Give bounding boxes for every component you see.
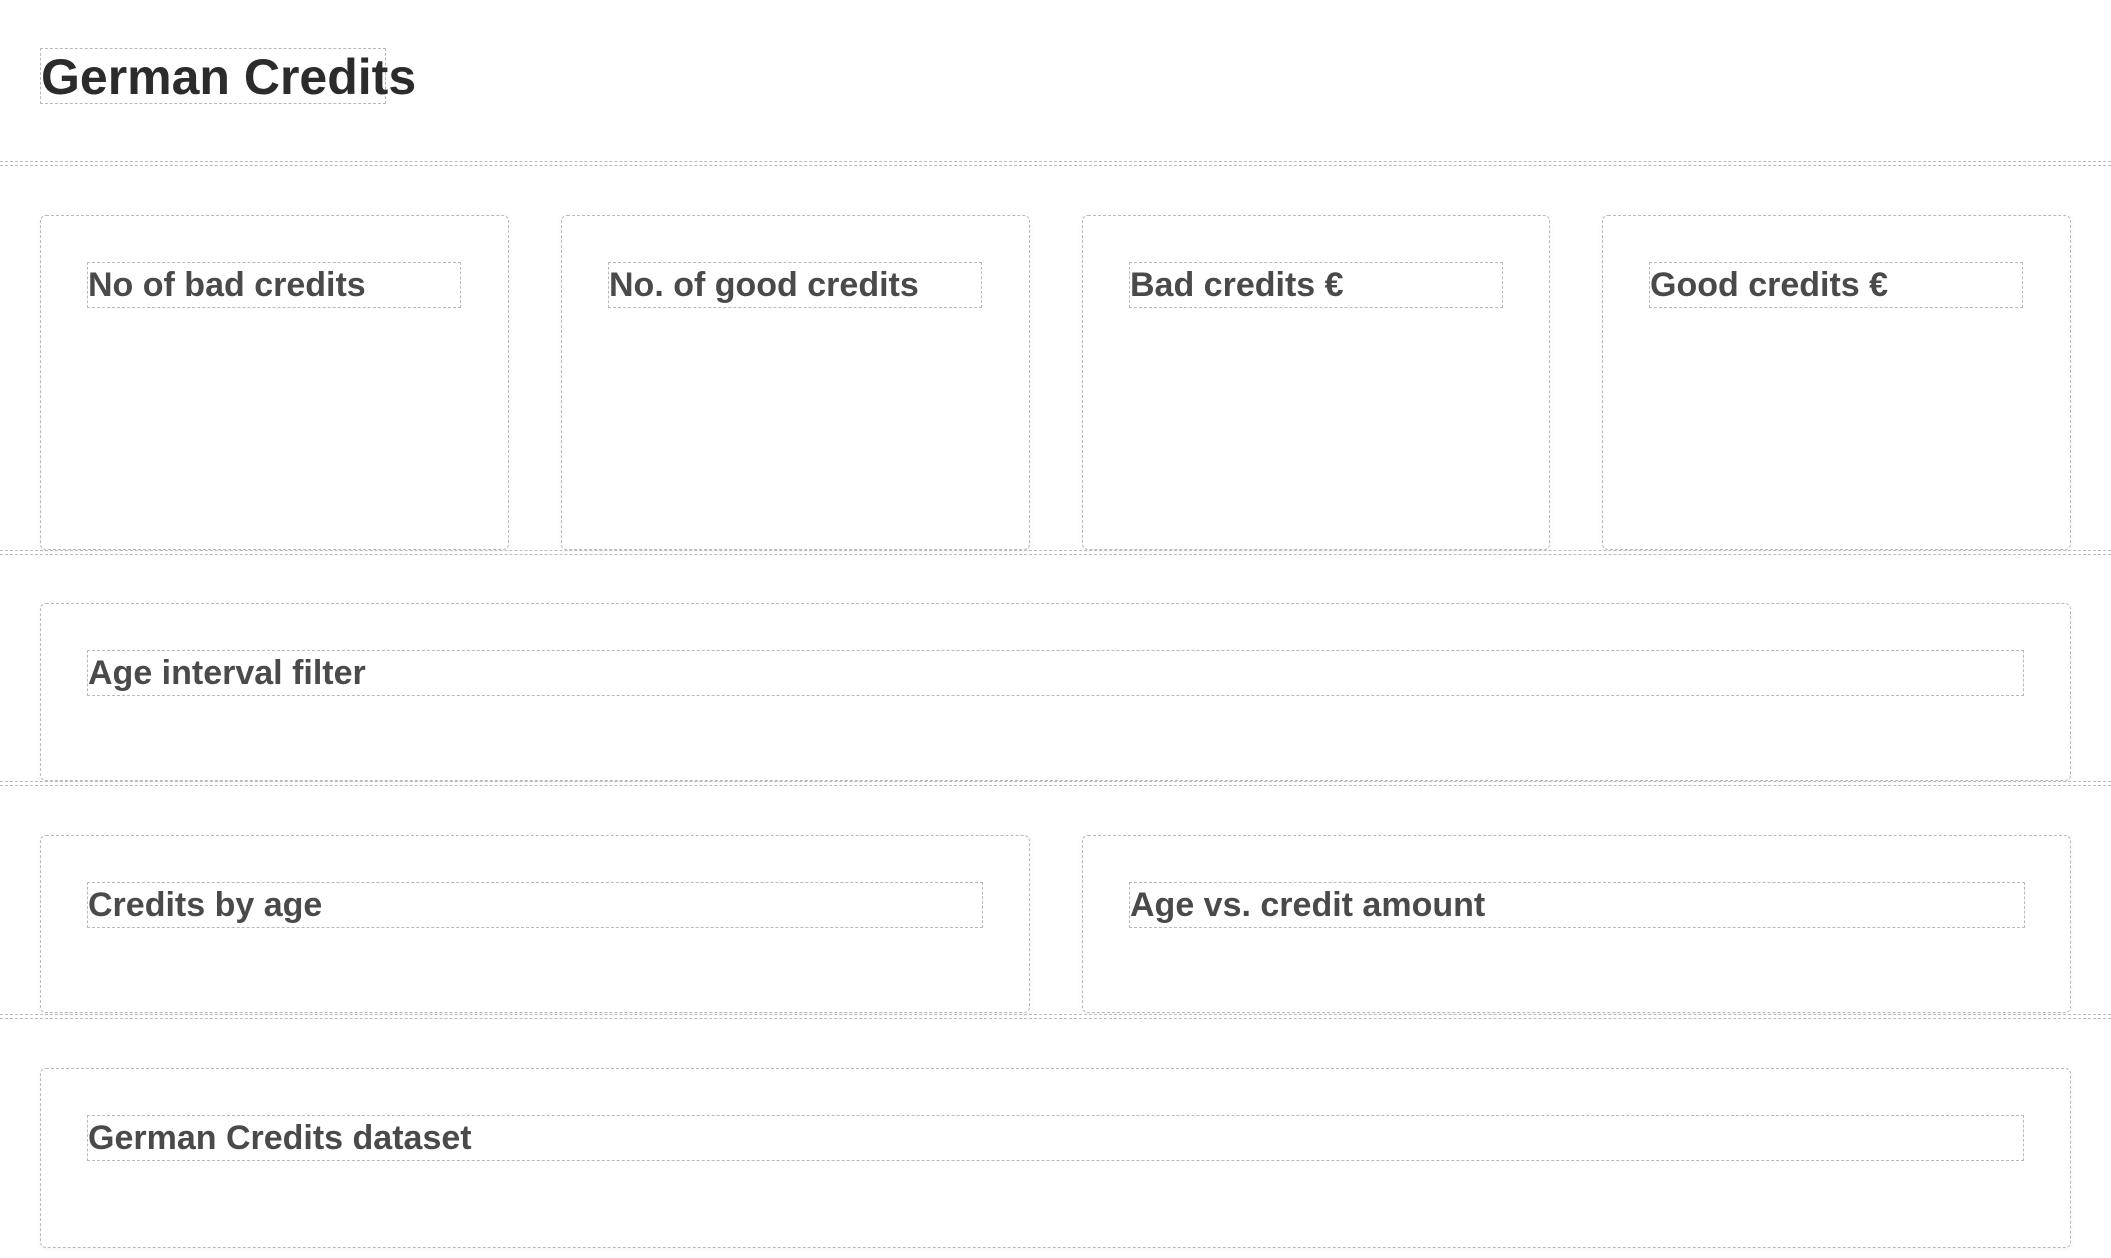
row-divider-2 [0,550,2111,555]
age-filter-card: Age interval filter [40,603,2071,781]
row-divider-3 [0,781,2111,786]
kpi-title-bad-count: No of bad credits [87,262,461,308]
kpi-card-bad-amount: Bad credits € [1082,215,1550,550]
page-title: German Credits [40,48,417,105]
dataset-card: German Credits dataset [40,1068,2071,1248]
age-vs-amount-title: Age vs. credit amount [1129,882,2025,928]
age-filter-title: Age interval filter [87,650,2024,696]
age-vs-amount-card: Age vs. credit amount [1082,835,2071,1013]
kpi-card-good-amount: Good credits € [1602,215,2071,550]
kpi-title-good-count: No. of good credits [608,262,982,308]
row-divider-1 [0,161,2111,166]
credits-by-age-card: Credits by age [40,835,1030,1013]
kpi-card-bad-count: No of bad credits [40,215,509,550]
kpi-card-good-count: No. of good credits [561,215,1030,550]
row-divider-4 [0,1014,2111,1019]
kpi-title-good-amount: Good credits € [1649,262,2023,308]
dataset-title: German Credits dataset [87,1115,2024,1161]
kpi-title-bad-amount: Bad credits € [1129,262,1503,308]
credits-by-age-title: Credits by age [87,882,983,928]
